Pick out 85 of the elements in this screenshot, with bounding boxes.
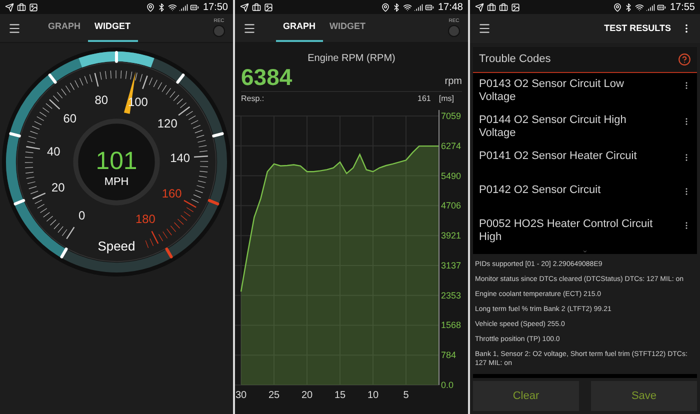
bluetooth-icon: [156, 2, 166, 12]
send-icon: [475, 2, 484, 12]
y-tick-label: 6274: [441, 140, 462, 151]
x-tick-label: 20: [301, 390, 313, 400]
x-tick-label: 25: [268, 390, 280, 400]
trouble-code-item[interactable]: P0144 O2 Sensor Circuit High Voltage: [473, 109, 697, 145]
status-time: 17:55: [670, 0, 695, 14]
action-button[interactable]: Save: [591, 381, 697, 411]
y-tick-label: 0.0: [441, 380, 454, 390]
trouble-code-item[interactable]: P0143 O2 Sensor Circuit Low Voltage: [473, 73, 697, 109]
code-text: P0052 HO2S Heater Control Circuit High: [479, 218, 654, 244]
location-icon: [380, 2, 390, 12]
tab[interactable]: GRAPH: [41, 14, 88, 42]
toolbar-title: TEST RESULTS: [604, 22, 671, 35]
image-icon: [29, 2, 38, 12]
y-tick-label: 4706: [441, 200, 462, 211]
scale-label: 80: [94, 93, 108, 108]
speed-value: 101: [96, 146, 138, 175]
briefcase-icon: [17, 2, 26, 12]
y-tick-label: 1568: [441, 320, 462, 330]
status-time: 17:50: [202, 0, 228, 14]
scale-label: 20: [52, 180, 65, 195]
y-tick-label: 3921: [441, 230, 462, 241]
scale-label: 0: [78, 208, 86, 222]
status-time: 17:48: [438, 0, 463, 14]
resp-label: Resp.:: [241, 93, 264, 105]
bluetooth-icon: [392, 2, 401, 12]
resp-value: 161: [418, 93, 431, 105]
trouble-code-item[interactable]: P0142 O2 Sensor Circuit: [473, 179, 697, 213]
location-icon: [146, 2, 155, 12]
image-icon: [511, 2, 520, 12]
send-icon: [240, 2, 249, 12]
trouble-code-item[interactable]: P0052 HO2S Heater Control Circuit High: [473, 213, 697, 249]
tab[interactable]: WIDGET: [322, 14, 373, 42]
y-tick-label: 3137: [441, 260, 462, 270]
scale-label: 60: [63, 112, 77, 126]
y-tick-label: 2353: [441, 290, 462, 300]
menu-icon[interactable]: [478, 22, 491, 35]
bluetooth-icon: [624, 2, 633, 12]
y-tick-label: 784: [441, 350, 456, 360]
resp-unit: [ms]: [438, 93, 454, 105]
battery-icon: [424, 2, 434, 12]
wifi-icon: [168, 2, 177, 12]
send-icon: [5, 2, 14, 12]
scale-label: 140: [170, 150, 190, 165]
x-tick-label: 15: [334, 390, 346, 400]
x-tick-label: 10: [367, 390, 379, 400]
tab[interactable]: WIDGET: [88, 14, 138, 42]
card-title: Trouble Codes: [479, 52, 551, 68]
tab[interactable]: GRAPH: [276, 14, 323, 42]
expand-icon[interactable]: [581, 249, 589, 254]
rpm-unit: rpm: [444, 75, 462, 89]
briefcase-icon: [487, 2, 496, 12]
location-icon: [612, 2, 622, 12]
rpm-value: 6384: [241, 66, 292, 89]
briefcase-icon: [252, 2, 261, 12]
help-icon[interactable]: [678, 53, 691, 66]
image-icon: [264, 2, 273, 12]
x-tick-label: 30: [235, 390, 247, 400]
code-text: P0143 O2 Sensor Circuit Low Voltage: [479, 78, 625, 104]
signal-icon: [414, 2, 423, 12]
scale-label: 40: [47, 144, 60, 158]
action-button[interactable]: Clear: [473, 381, 579, 411]
gauge-label: Speed: [98, 238, 136, 254]
wifi-icon: [634, 2, 644, 12]
speed-unit: MPH: [104, 176, 129, 188]
battery-icon: [190, 2, 199, 12]
x-tick-label: 5: [403, 390, 409, 400]
wifi-icon: [402, 2, 412, 12]
sensor-title: Engine RPM (RPM): [308, 52, 396, 66]
signal-icon: [178, 2, 188, 12]
code-text: P0141 O2 Sensor Heater Circuit: [479, 150, 638, 163]
trouble-code-item[interactable]: P0141 O2 Sensor Heater Circuit: [473, 145, 697, 179]
scale-label: 160: [162, 186, 182, 201]
code-text: P0142 O2 Sensor Circuit: [479, 184, 602, 197]
battery-icon: [656, 2, 666, 12]
scale-label: 120: [157, 116, 178, 131]
menu-icon[interactable]: [243, 22, 256, 34]
briefcase-icon: [499, 2, 508, 12]
y-tick-label: 5490: [441, 170, 462, 181]
y-tick-label: 7059: [441, 111, 462, 121]
code-text: P0144 O2 Sensor Circuit High Voltage: [479, 114, 628, 140]
scale-label: 180: [135, 212, 156, 226]
menu-icon[interactable]: [8, 22, 21, 34]
signal-icon: [646, 2, 655, 12]
